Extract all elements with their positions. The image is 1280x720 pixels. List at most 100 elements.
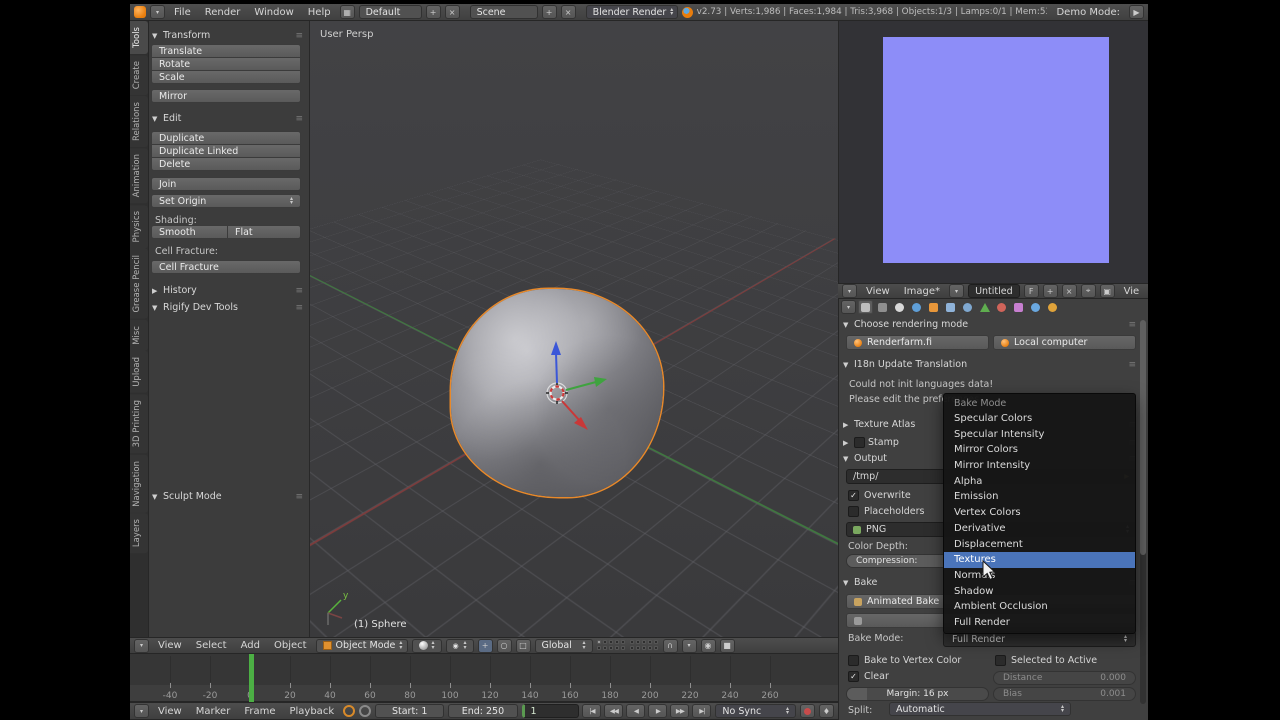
tab-render-layers-icon[interactable]	[875, 300, 890, 314]
renderfarm-button[interactable]: Renderfarm.fi	[846, 335, 989, 350]
bake-mode-menu-item[interactable]: Full Render	[944, 615, 1135, 631]
split-mode-select[interactable]: Automatic ▴ ▾	[889, 702, 1071, 716]
layer-dot[interactable]	[629, 646, 634, 650]
panel-header-history[interactable]: ▶ History ≡	[152, 284, 306, 297]
timeline-menu-frame[interactable]: Frame	[239, 706, 280, 717]
opengl-render-anim-icon[interactable]: ■	[719, 638, 735, 653]
layer-dot[interactable]	[620, 640, 625, 644]
shade-smooth-button[interactable]: Smooth	[151, 225, 228, 239]
collapse-icon[interactable]: ▶	[843, 421, 851, 429]
overwrite-checkbox[interactable]: ✓ Overwrite	[848, 490, 911, 501]
timeline[interactable]: -40-200204060801001201401601802002202402…	[130, 654, 838, 702]
sync-mode-select[interactable]: No Sync ▴ ▾	[715, 704, 797, 718]
manipulator-rotate-icon[interactable]: ○	[496, 638, 512, 653]
cell-fracture-button[interactable]: Cell Fracture	[151, 260, 301, 274]
viewport-menu-add[interactable]: Add	[236, 640, 265, 651]
margin-slider[interactable]: Margin: 16 px	[846, 687, 989, 701]
menu-file[interactable]: File	[169, 7, 196, 18]
timeline-menu-playback[interactable]: Playback	[284, 706, 339, 717]
timeline-menu-marker[interactable]: Marker	[191, 706, 236, 717]
menu-window[interactable]: Window	[249, 7, 298, 18]
viewport-menu-select[interactable]: Select	[191, 640, 232, 651]
layer-dot[interactable]	[647, 640, 652, 644]
collapse-icon[interactable]: ▶	[152, 287, 160, 295]
tab-world-icon[interactable]	[909, 300, 924, 314]
layer-dot[interactable]	[608, 646, 613, 650]
image-editor[interactable]	[838, 21, 1148, 283]
tool-shelf-tab[interactable]: Layers	[130, 513, 148, 554]
properties-editor-type-icon[interactable]: ▾	[841, 300, 856, 314]
drag-grip-icon[interactable]: ≡	[295, 31, 306, 41]
timeline-editor-type-icon[interactable]: ▾	[134, 704, 149, 718]
panel-header-i18n[interactable]: ▼ I18n Update Translation ≡	[843, 358, 1139, 371]
image-editor-type-icon[interactable]: ▾	[842, 284, 857, 298]
tool-shelf-tab[interactable]: 3D Printing	[130, 394, 148, 454]
clear-checkbox[interactable]: ✓ Clear	[848, 671, 889, 682]
screen-layout-name[interactable]: Default	[358, 5, 422, 19]
jump-to-start-icon[interactable]: |◀	[582, 704, 602, 718]
transform-orientation-select[interactable]: Global ▴ ▾	[534, 638, 593, 653]
drag-grip-icon[interactable]: ≡	[295, 114, 306, 124]
duplicate-linked-button[interactable]: Duplicate Linked	[151, 144, 301, 158]
bake-mode-menu-item[interactable]: Specular Intensity	[944, 427, 1135, 443]
tool-shelf-tab[interactable]: Physics	[130, 204, 148, 249]
layer-dot[interactable]	[653, 646, 658, 650]
viewport-3d[interactable]: User Persp (1) Sphere y	[310, 21, 838, 637]
tab-constraints-icon[interactable]	[943, 300, 958, 314]
tab-texture-icon[interactable]	[1011, 300, 1026, 314]
layer-dot[interactable]	[641, 646, 646, 650]
expand-icon[interactable]: ▼	[152, 32, 160, 40]
tool-shelf-tab[interactable]: Misc	[130, 319, 148, 351]
layer-dot[interactable]	[635, 646, 640, 650]
image-menu-image[interactable]: Image*	[899, 286, 945, 297]
panel-header-sculpt-mode[interactable]: ▼ Sculpt Mode ≡	[152, 490, 306, 503]
layer-dot[interactable]	[614, 640, 619, 644]
manipulator-translate-icon[interactable]: +	[477, 638, 493, 653]
current-frame-field[interactable]: 1	[521, 704, 580, 718]
join-button[interactable]: Join	[151, 177, 301, 191]
viewport-editor-type-icon[interactable]: ▾	[134, 638, 149, 653]
render-engine-select[interactable]: Blender Render ▴ ▾	[585, 5, 678, 19]
delete-screen-layout-icon[interactable]: ×	[444, 5, 460, 19]
properties-scrollbar[interactable]	[1140, 320, 1146, 704]
layer-dot[interactable]	[653, 640, 658, 644]
tool-shelf-tab[interactable]: Tools	[130, 21, 148, 54]
expand-icon[interactable]: ▼	[152, 304, 160, 312]
tab-object-icon[interactable]	[926, 300, 941, 314]
add-screen-layout-icon[interactable]: +	[425, 5, 441, 19]
demo-play-icon[interactable]: ▶	[1129, 5, 1144, 19]
tool-shelf-tab[interactable]: Animation	[130, 148, 148, 204]
screen-layout-browse-icon[interactable]: ▦	[339, 5, 355, 19]
next-keyframe-icon[interactable]: ▶▶	[670, 704, 690, 718]
timeline-ruler[interactable]: -40-200204060801001201401601802002202402…	[130, 654, 838, 702]
mirror-button[interactable]: Mirror	[151, 89, 301, 103]
end-frame-field[interactable]: End: 250	[448, 704, 518, 718]
current-frame-indicator[interactable]	[249, 654, 254, 702]
bake-mode-menu-item[interactable]: Vertex Colors	[944, 505, 1135, 521]
layer-dot[interactable]	[608, 640, 613, 644]
panel-header-edit[interactable]: ▼ Edit ≡	[152, 112, 306, 125]
play-icon[interactable]: ▶	[648, 704, 668, 718]
fake-user-button[interactable]: F	[1023, 284, 1039, 298]
image-name-field[interactable]: Untitled	[968, 284, 1020, 298]
layer-dot[interactable]	[641, 640, 646, 644]
bake-mode-menu-item[interactable]: Shadow	[944, 584, 1135, 600]
viewport-shading-select[interactable]: ▴ ▾	[411, 638, 442, 653]
auto-keyframe-record-icon[interactable]	[800, 704, 816, 718]
scale-button[interactable]: Scale	[151, 70, 301, 84]
menu-help[interactable]: Help	[303, 7, 336, 18]
tab-particles-icon[interactable]	[1028, 300, 1043, 314]
scrollbar-thumb[interactable]	[1140, 320, 1146, 555]
layer-dot[interactable]	[620, 646, 625, 650]
viewport-menu-object[interactable]: Object	[269, 640, 312, 651]
image-paint-icon[interactable]: ▣	[1099, 284, 1115, 298]
tab-scene-icon[interactable]	[892, 300, 907, 314]
bake-mode-menu-item[interactable]: Normals	[944, 568, 1135, 584]
expand-icon[interactable]: ▼	[152, 493, 160, 501]
drag-grip-icon[interactable]: ≡	[295, 303, 306, 313]
bake-mode-menu-item[interactable]: Textures	[944, 552, 1135, 568]
bake-mode-menu-item[interactable]: Mirror Intensity	[944, 458, 1135, 474]
panel-header-rigify[interactable]: ▼ Rigify Dev Tools ≡	[152, 301, 306, 314]
delete-button[interactable]: Delete	[151, 157, 301, 171]
scene-name[interactable]: Scene	[469, 5, 538, 19]
